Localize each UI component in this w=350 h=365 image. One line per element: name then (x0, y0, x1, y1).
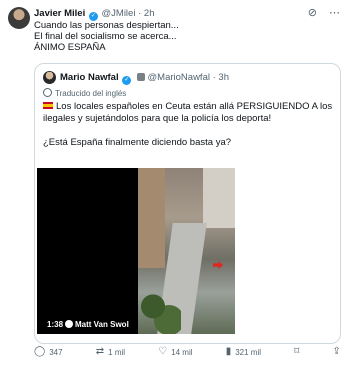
video-building (203, 168, 235, 228)
author-name[interactable]: Javier Milei (34, 8, 85, 19)
quoted-tweet-time[interactable]: 3h (218, 72, 229, 83)
verified-badge-icon: ✓ (122, 76, 132, 85)
translation-label[interactable]: Traducido del inglés (43, 88, 126, 98)
action-bar: ◯ 347 ⇄ 1 mil ♡ 14 mil ▮ 321 mil ⌑ ⇪ (34, 347, 341, 357)
video-building (138, 168, 165, 268)
spain-flag-icon (43, 102, 53, 109)
repost-button[interactable]: ⇄ 1 mil (96, 347, 125, 357)
quoted-tweet-header: Mario Nawfal ✓ @MarioNawfal · 3h (60, 72, 229, 85)
separator: · (138, 8, 142, 19)
reply-icon: ◯ (34, 346, 46, 357)
quoted-author-avatar[interactable] (43, 71, 56, 84)
reply-button[interactable]: ◯ 347 (34, 347, 63, 357)
quoted-tweet-text: Los locales españoles en Ceuta están all… (43, 101, 333, 149)
tweet-text: Cuando las personas despiertan... El fin… (34, 20, 179, 53)
author-handle[interactable]: @JMilei (102, 8, 136, 19)
views-button[interactable]: ▮ 321 mil (226, 347, 261, 357)
tweet-line: Cuando las personas despiertan... (34, 20, 179, 31)
tweet-top-icons: ⊘ ⋯ (308, 6, 340, 19)
quoted-author-handle[interactable]: @MarioNawfal (148, 72, 210, 83)
repost-count: 1 mil (108, 347, 126, 357)
video-credit: Matt Van Swol (65, 320, 129, 329)
reply-count: 347 (49, 347, 63, 357)
affiliate-badge-icon (136, 73, 145, 81)
globe-icon (43, 88, 52, 97)
quoted-line: ilegales y sujetándolos para que la poli… (43, 113, 272, 124)
share-button[interactable]: ⇪ (333, 347, 341, 357)
tweet-line: El final del socialismo se acerca... (34, 31, 177, 42)
video-trees (141, 288, 181, 334)
bookmark-icon: ⌑ (294, 346, 300, 357)
author-avatar[interactable] (8, 7, 30, 29)
credit-avatar-icon (65, 320, 73, 328)
like-count: 14 mil (171, 347, 193, 357)
tweet-time[interactable]: 2h (144, 8, 155, 19)
bookmark-button[interactable]: ⌑ (294, 347, 299, 357)
quoted-line (43, 125, 333, 137)
views-icon: ▮ (225, 346, 232, 357)
share-icon: ⇪ (332, 346, 341, 357)
like-button[interactable]: ♡ 14 mil (158, 347, 192, 357)
repost-icon: ⇄ (95, 346, 105, 357)
video-player[interactable]: 1:38 Matt Van Swol (37, 168, 235, 334)
heart-icon: ♡ (158, 346, 168, 357)
quoted-line: ¿Está España finalmente diciendo basta y… (43, 137, 232, 148)
quoted-author-name[interactable]: Mario Nawfal (60, 72, 119, 83)
quoted-tweet[interactable]: Mario Nawfal ✓ @MarioNawfal · 3h Traduci… (34, 63, 341, 344)
more-icon[interactable]: ⋯ (329, 6, 340, 19)
tweet-line: ÁNIMO ESPAÑA (34, 42, 106, 53)
views-count: 321 mil (235, 347, 262, 357)
quoted-line: Los locales españoles en Ceuta están all… (43, 101, 333, 113)
video-duration: 1:38 (47, 320, 64, 329)
separator: · (212, 72, 216, 83)
grok-icon[interactable]: ⊘ (308, 6, 317, 19)
